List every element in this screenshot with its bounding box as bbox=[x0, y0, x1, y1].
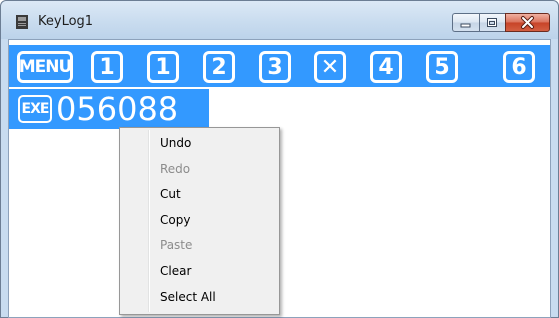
notebook-icon bbox=[16, 15, 28, 29]
result-value: 056088 bbox=[56, 90, 179, 128]
key-multiply: ✕ bbox=[314, 51, 346, 83]
exe-key: EXE bbox=[18, 95, 52, 123]
menu-item-cut[interactable]: Cut bbox=[123, 183, 276, 205]
title-bar[interactable]: KeyLog1 bbox=[1, 1, 558, 39]
key-1: 1 bbox=[147, 51, 179, 83]
key-2: 2 bbox=[203, 51, 235, 83]
menu-item-select-all[interactable]: Select All bbox=[123, 286, 276, 308]
maximize-icon bbox=[487, 18, 497, 27]
close-button[interactable] bbox=[505, 13, 550, 32]
menu-item-redo[interactable]: Redo bbox=[123, 158, 276, 180]
window-title: KeyLog1 bbox=[38, 14, 94, 29]
key-6: 6 bbox=[503, 51, 535, 83]
close-icon bbox=[521, 16, 534, 29]
menu-key: MENU bbox=[17, 51, 73, 83]
menu-item-copy[interactable]: Copy bbox=[123, 209, 276, 231]
app-window: KeyLog1 MENU 1 1 2 3 ✕ 4 5 6 EXE 056088 … bbox=[0, 0, 559, 318]
caption-buttons bbox=[452, 13, 550, 33]
minimize-button[interactable] bbox=[452, 13, 479, 32]
menu-item-paste[interactable]: Paste bbox=[123, 234, 276, 256]
menu-item-clear[interactable]: Clear bbox=[123, 260, 276, 282]
key-3: 3 bbox=[259, 51, 291, 83]
key-5: 5 bbox=[426, 51, 458, 83]
key-1: 1 bbox=[91, 51, 123, 83]
minimize-icon bbox=[460, 23, 471, 28]
maximize-button[interactable] bbox=[479, 13, 505, 32]
key-4: 4 bbox=[370, 51, 402, 83]
menu-item-undo[interactable]: Undo bbox=[123, 132, 276, 154]
context-menu: Undo Redo Cut Copy Paste Clear Select Al… bbox=[119, 127, 280, 315]
